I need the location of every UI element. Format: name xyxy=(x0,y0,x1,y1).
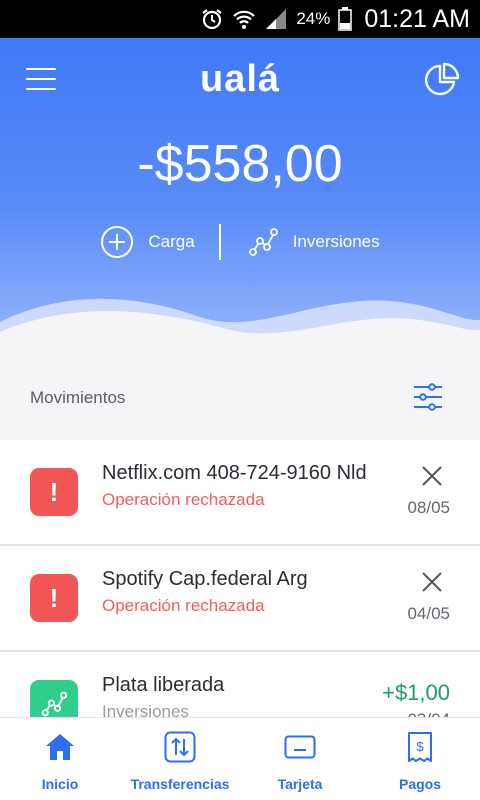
home-icon xyxy=(43,730,77,764)
movement-amount: +$1,00 xyxy=(382,680,450,705)
investments-button[interactable]: Inversiones xyxy=(247,226,380,258)
nav-item-inicio[interactable]: Inicio xyxy=(0,718,120,800)
movement-date: 08/05 xyxy=(407,498,450,517)
movement-status: Operación rechazada xyxy=(102,490,265,509)
header-actions: Carga Inversiones xyxy=(0,224,480,260)
account-balance: -$558,00 xyxy=(137,135,343,193)
movements-header: Movimientos xyxy=(0,352,480,440)
alert-icon: ! xyxy=(30,574,78,622)
investments-icon xyxy=(41,691,68,717)
filter-icon[interactable] xyxy=(412,382,444,412)
actions-divider xyxy=(218,224,221,260)
battery-percent: 24% xyxy=(296,9,331,28)
transfer-icon xyxy=(163,730,197,764)
pie-chart-icon[interactable] xyxy=(424,62,460,98)
close-icon[interactable] xyxy=(420,464,444,488)
svg-text:$: $ xyxy=(416,739,424,754)
status-bar: 24% 01:21 AM xyxy=(0,0,480,38)
plus-circle-icon xyxy=(101,226,134,258)
bottom-navigation: Inicio Transferencias Tarjeta $ Pagos xyxy=(0,717,480,800)
nav-item-transferencias[interactable]: Transferencias xyxy=(120,718,240,800)
load-money-label: Carga xyxy=(148,232,195,251)
movement-title: Plata liberada xyxy=(102,674,225,696)
load-money-button[interactable]: Carga xyxy=(100,225,195,259)
wifi-icon xyxy=(232,8,256,30)
nav-item-tarjeta[interactable]: Tarjeta xyxy=(240,718,360,800)
alert-icon: ! xyxy=(30,468,78,516)
nav-label: Tarjeta xyxy=(277,776,323,792)
signal-icon xyxy=(264,8,288,30)
investments-icon xyxy=(248,228,278,256)
investments-label: Inversiones xyxy=(292,232,380,251)
list-item[interactable]: ! Netflix.com 408-724-9160 Nld Operación… xyxy=(0,440,480,546)
nav-label: Pagos xyxy=(398,776,441,792)
alarm-icon xyxy=(200,7,224,31)
nav-label: Inicio xyxy=(41,776,79,792)
movement-date: 04/05 xyxy=(407,604,450,623)
movements-list: ! Netflix.com 408-724-9160 Nld Operación… xyxy=(0,440,480,758)
card-icon xyxy=(283,730,317,764)
app-logo: ualá xyxy=(199,58,281,100)
balance-header: ualá -$558,00 Carga Inversiones xyxy=(0,38,480,352)
movement-title: Spotify Cap.federal Arg xyxy=(102,568,308,590)
battery-icon xyxy=(338,7,353,31)
movement-title: Netflix.com 408-724-9160 Nld xyxy=(102,462,367,484)
header-wave xyxy=(0,298,480,352)
list-item[interactable]: ! Spotify Cap.federal Arg Operación rech… xyxy=(0,546,480,652)
movement-status: Operación rechazada xyxy=(102,596,265,615)
clock: 01:21 AM xyxy=(364,4,470,33)
nav-label: Transferencias xyxy=(130,776,230,792)
payments-icon: $ xyxy=(403,730,437,764)
nav-item-pagos[interactable]: $ Pagos xyxy=(360,718,480,800)
close-icon[interactable] xyxy=(420,570,444,594)
movements-title: Movimientos xyxy=(30,388,126,407)
